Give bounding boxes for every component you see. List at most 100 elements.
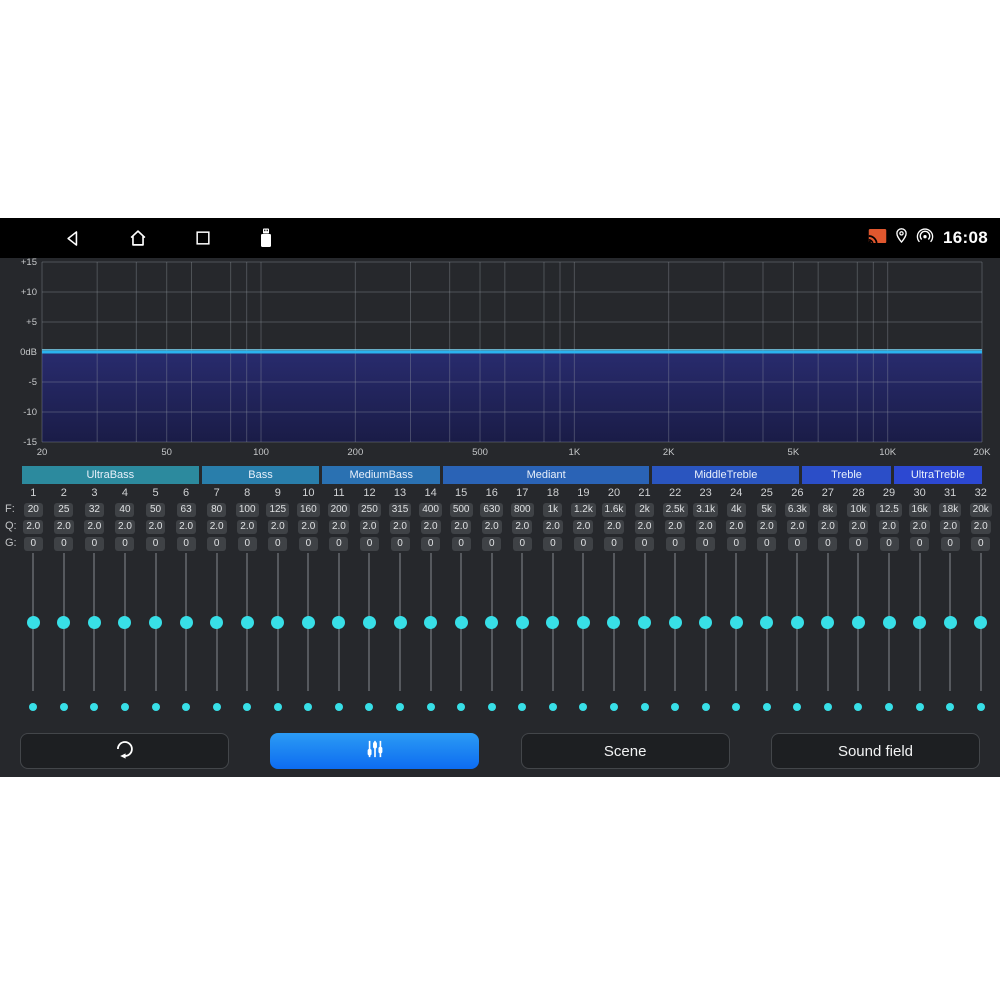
slider-indicator-dot[interactable]: [977, 703, 985, 711]
back-icon[interactable]: [62, 228, 83, 249]
slider-indicator-dot[interactable]: [824, 703, 832, 711]
slider-indicator-dot[interactable]: [732, 703, 740, 711]
eq-gain-slider[interactable]: [140, 553, 171, 691]
slider-handle[interactable]: [149, 616, 162, 629]
slider-indicator-dot[interactable]: [427, 703, 435, 711]
eq-gain-slider[interactable]: [232, 553, 263, 691]
eq-gain-slider[interactable]: [843, 553, 874, 691]
eq-gain-slider[interactable]: [874, 553, 905, 691]
home-icon[interactable]: [127, 227, 149, 249]
recents-icon[interactable]: [193, 228, 213, 248]
slider-indicator-dot[interactable]: [671, 703, 679, 711]
band-ultratreble[interactable]: UltraTreble: [894, 466, 982, 484]
slider-handle[interactable]: [944, 616, 957, 629]
slider-indicator-dot[interactable]: [121, 703, 129, 711]
slider-indicator-dot[interactable]: [641, 703, 649, 711]
slider-indicator-dot[interactable]: [916, 703, 924, 711]
eq-gain-slider[interactable]: [324, 553, 355, 691]
slider-handle[interactable]: [699, 616, 712, 629]
slider-handle[interactable]: [974, 616, 987, 629]
slider-handle[interactable]: [57, 616, 70, 629]
slider-indicator-dot[interactable]: [60, 703, 68, 711]
eq-gain-slider[interactable]: [18, 553, 49, 691]
slider-indicator-dot[interactable]: [457, 703, 465, 711]
slider-indicator-dot[interactable]: [579, 703, 587, 711]
slider-indicator-dot[interactable]: [946, 703, 954, 711]
eq-gain-slider[interactable]: [568, 553, 599, 691]
scene-button[interactable]: Scene: [521, 733, 730, 769]
slider-indicator-dot[interactable]: [793, 703, 801, 711]
slider-handle[interactable]: [485, 616, 498, 629]
eq-gain-slider[interactable]: [538, 553, 569, 691]
slider-indicator-dot[interactable]: [610, 703, 618, 711]
eq-gain-slider[interactable]: [507, 553, 538, 691]
slider-indicator-dot[interactable]: [488, 703, 496, 711]
slider-indicator-dot[interactable]: [304, 703, 312, 711]
slider-indicator-dot[interactable]: [90, 703, 98, 711]
slider-handle[interactable]: [27, 616, 40, 629]
slider-handle[interactable]: [455, 616, 468, 629]
slider-handle[interactable]: [363, 616, 376, 629]
slider-handle[interactable]: [791, 616, 804, 629]
equalizer-button[interactable]: [270, 733, 479, 769]
slider-indicator-dot[interactable]: [335, 703, 343, 711]
slider-handle[interactable]: [852, 616, 865, 629]
slider-indicator-dot[interactable]: [152, 703, 160, 711]
slider-handle[interactable]: [669, 616, 682, 629]
slider-indicator-dot[interactable]: [213, 703, 221, 711]
slider-handle[interactable]: [118, 616, 131, 629]
eq-gain-slider[interactable]: [721, 553, 752, 691]
slider-indicator-dot[interactable]: [365, 703, 373, 711]
slider-handle[interactable]: [241, 616, 254, 629]
eq-gain-slider[interactable]: [813, 553, 844, 691]
eq-gain-slider[interactable]: [415, 553, 446, 691]
eq-gain-slider[interactable]: [782, 553, 813, 691]
eq-gain-slider[interactable]: [201, 553, 232, 691]
slider-handle[interactable]: [271, 616, 284, 629]
eq-gain-slider[interactable]: [752, 553, 783, 691]
slider-indicator-dot[interactable]: [518, 703, 526, 711]
eq-gain-slider[interactable]: [293, 553, 324, 691]
slider-indicator-dot[interactable]: [243, 703, 251, 711]
band-treble[interactable]: Treble: [802, 466, 890, 484]
slider-handle[interactable]: [332, 616, 345, 629]
usb-device-icon[interactable]: [257, 226, 275, 250]
slider-handle[interactable]: [424, 616, 437, 629]
slider-handle[interactable]: [883, 616, 896, 629]
slider-indicator-dot[interactable]: [763, 703, 771, 711]
slider-handle[interactable]: [607, 616, 620, 629]
eq-gain-slider[interactable]: [354, 553, 385, 691]
slider-handle[interactable]: [88, 616, 101, 629]
band-middletreble[interactable]: MiddleTreble: [652, 466, 799, 484]
slider-indicator-dot[interactable]: [29, 703, 37, 711]
slider-indicator-dot[interactable]: [549, 703, 557, 711]
eq-gain-slider[interactable]: [49, 553, 80, 691]
eq-gain-slider[interactable]: [965, 553, 996, 691]
slider-handle[interactable]: [516, 616, 529, 629]
slider-indicator-dot[interactable]: [702, 703, 710, 711]
eq-gain-slider[interactable]: [935, 553, 966, 691]
eq-gain-slider[interactable]: [79, 553, 110, 691]
eq-gain-slider[interactable]: [660, 553, 691, 691]
eq-gain-slider[interactable]: [171, 553, 202, 691]
slider-handle[interactable]: [546, 616, 559, 629]
band-ultrabass[interactable]: UltraBass: [22, 466, 199, 484]
reset-button[interactable]: [20, 733, 229, 769]
slider-handle[interactable]: [302, 616, 315, 629]
slider-handle[interactable]: [760, 616, 773, 629]
band-mediumbass[interactable]: MediumBass: [322, 466, 440, 484]
eq-gain-slider[interactable]: [476, 553, 507, 691]
slider-indicator-dot[interactable]: [396, 703, 404, 711]
sound-field-button[interactable]: Sound field: [771, 733, 980, 769]
eq-gain-slider[interactable]: [110, 553, 141, 691]
eq-gain-slider[interactable]: [446, 553, 477, 691]
eq-gain-slider[interactable]: [263, 553, 294, 691]
band-bass[interactable]: Bass: [202, 466, 320, 484]
slider-handle[interactable]: [180, 616, 193, 629]
slider-handle[interactable]: [577, 616, 590, 629]
slider-indicator-dot[interactable]: [885, 703, 893, 711]
slider-handle[interactable]: [913, 616, 926, 629]
eq-gain-slider[interactable]: [690, 553, 721, 691]
eq-gain-slider[interactable]: [385, 553, 416, 691]
slider-handle[interactable]: [821, 616, 834, 629]
